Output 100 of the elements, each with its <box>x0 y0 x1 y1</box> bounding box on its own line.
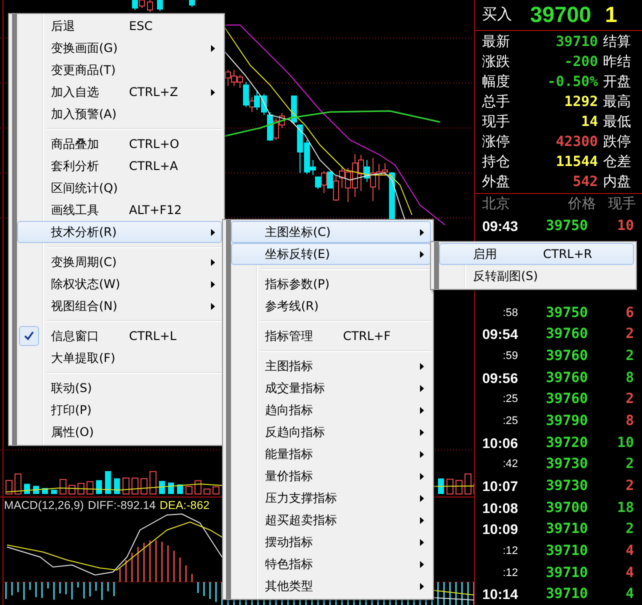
column-header: 北京 <box>482 195 511 214</box>
quote-label: 结算 <box>603 32 631 51</box>
column-header: 价格 <box>567 195 596 214</box>
menu-item[interactable]: 变换画面(G) <box>17 37 222 59</box>
tick-time: 10:09 <box>481 521 518 538</box>
quote-label: 最新 <box>482 32 511 51</box>
tick-volume: 2 <box>624 348 634 364</box>
menu-item[interactable]: 套利分析 CTRL+A <box>17 155 222 177</box>
tick-time: 10:14 <box>481 586 518 602</box>
menu-item[interactable]: 信息窗口 CTRL+L <box>17 325 222 347</box>
bid-label: 买入 <box>482 5 513 24</box>
quote-value: 1292 <box>563 94 598 110</box>
tick-volume: 18 <box>616 500 634 516</box>
menu-item[interactable]: 成交量指标 <box>231 377 431 399</box>
menu-item[interactable]: 打印(P) <box>17 399 222 421</box>
tick-time: 10:06 <box>481 434 518 451</box>
quote-label: 昨结 <box>603 52 631 71</box>
tick-time: 09:56 <box>481 370 518 386</box>
menu-item[interactable]: 主图坐标(C) <box>231 221 431 243</box>
menu-item[interactable]: 反趋向指标 <box>231 421 431 443</box>
menu-item[interactable]: 参考线(R) <box>231 295 431 317</box>
tick-price: 39760 <box>544 391 588 408</box>
quote-label: 最低 <box>603 112 631 131</box>
tick-time: :12 <box>502 566 518 579</box>
quote-value: 542 <box>572 174 598 190</box>
menu-item[interactable]: 超买超卖指标 <box>231 509 431 531</box>
tick-volume: 4 <box>624 564 634 581</box>
tick-price: 39710 <box>544 564 588 581</box>
menu-item[interactable]: 主图指标 <box>231 355 431 377</box>
menu-item[interactable]: 视图组合(N) <box>17 295 222 317</box>
tick-time: 10:07 <box>481 478 518 494</box>
tick-price: 39750 <box>544 304 588 321</box>
quote-label: 涨跌 <box>482 52 511 71</box>
menu-item[interactable]: 后退 ESC <box>17 15 222 37</box>
tick-time: 09:43 <box>481 218 518 234</box>
menu-item[interactable]: 启用 CTRL+R <box>439 243 634 265</box>
tick-time: :25 <box>502 393 518 406</box>
menu-item[interactable]: 变换周期(C) <box>17 251 222 273</box>
menu-item[interactable]: 属性(O) <box>17 421 222 443</box>
menu-item[interactable]: 指标参数(P) <box>231 273 431 295</box>
tick-volume: 8 <box>624 370 634 386</box>
quote-label: 外盘 <box>482 172 511 191</box>
menu-item[interactable]: 区间统计(Q) <box>17 177 222 199</box>
tick-price: 39720 <box>544 434 588 451</box>
menu-item[interactable]: 趋向指标 <box>231 399 431 421</box>
tick-time: :58 <box>502 306 518 319</box>
quote-label: 现手 <box>482 112 511 131</box>
indicator-title: MACD(12,26,9) <box>4 500 84 512</box>
tick-volume: 2 <box>624 521 634 538</box>
tick-volume: 2 <box>624 326 634 342</box>
diff-value: DIFF:-892.14 <box>88 500 156 512</box>
tick-price: 39730 <box>544 456 588 472</box>
bid-price: 39700 <box>530 2 592 28</box>
tick-time: 09:54 <box>481 326 518 342</box>
menu-item[interactable]: 能量指标 <box>231 443 431 465</box>
menu-item[interactable]: 画线工具 ALT+F12 <box>17 199 222 221</box>
menu-item[interactable]: 反转副图(S) <box>439 265 634 287</box>
menu-item[interactable]: 压力支撑指标 <box>231 487 431 509</box>
tick-price: 39760 <box>544 370 588 386</box>
menu-item[interactable]: 特色指标 <box>231 553 431 575</box>
dea-value: DEA:-862 <box>160 500 210 512</box>
quote-value: 39710 <box>554 34 598 50</box>
tick-price: 39760 <box>544 348 588 364</box>
menu-item[interactable]: 商品叠加 CTRL+O <box>17 133 222 155</box>
quote-value: -200 <box>563 54 598 70</box>
menu-item[interactable]: 摆动指标 <box>231 531 431 553</box>
tick-time: :12 <box>502 544 518 557</box>
menu-item[interactable]: 指标管理 CTRL+F <box>231 325 431 347</box>
quote-value: 42300 <box>554 134 598 150</box>
quote-label: 涨停 <box>482 132 511 151</box>
quote-label: 仓差 <box>603 152 631 171</box>
quote-label: 开盘 <box>603 72 631 91</box>
tick-price: 39730 <box>544 478 588 494</box>
tick-volume: 4 <box>624 586 634 602</box>
tick-volume: 10 <box>616 434 634 451</box>
menu-item[interactable]: 其他类型 <box>231 575 431 597</box>
tick-volume: 2 <box>624 391 634 408</box>
tick-price: 39790 <box>544 412 588 429</box>
quote-value: 14 <box>580 114 598 130</box>
tick-price: 39710 <box>544 521 588 538</box>
quote-label: 幅度 <box>482 72 511 91</box>
menu-item[interactable]: 坐标反转(E) <box>231 243 431 265</box>
quote-value: -0.50% <box>546 74 598 90</box>
menu-item[interactable]: 量价指标 <box>231 465 431 487</box>
tick-time: :42 <box>502 458 518 470</box>
tick-time: :59 <box>502 350 518 362</box>
tick-volume: 10 <box>616 218 634 234</box>
menu-item[interactable]: 加入预警(A) <box>17 103 222 125</box>
tick-price: 39700 <box>544 500 588 516</box>
menu-item[interactable]: 变更商品(T) <box>17 59 222 81</box>
menu-item[interactable]: 联动(S) <box>17 377 222 399</box>
quote-label: 总手 <box>482 92 511 111</box>
quote-label: 持仓 <box>482 152 511 171</box>
menu-item[interactable]: 加入自选 CTRL+Z <box>17 81 222 103</box>
menu-item[interactable]: 技术分析(R) <box>17 221 222 243</box>
menu-item[interactable]: 除权状态(W) <box>17 273 222 295</box>
menu-item[interactable]: 大单提取(F) <box>17 347 222 369</box>
quote-value: 11544 <box>554 154 598 170</box>
quote-label: 跌停 <box>603 132 631 151</box>
tick-price: 39760 <box>544 326 588 342</box>
